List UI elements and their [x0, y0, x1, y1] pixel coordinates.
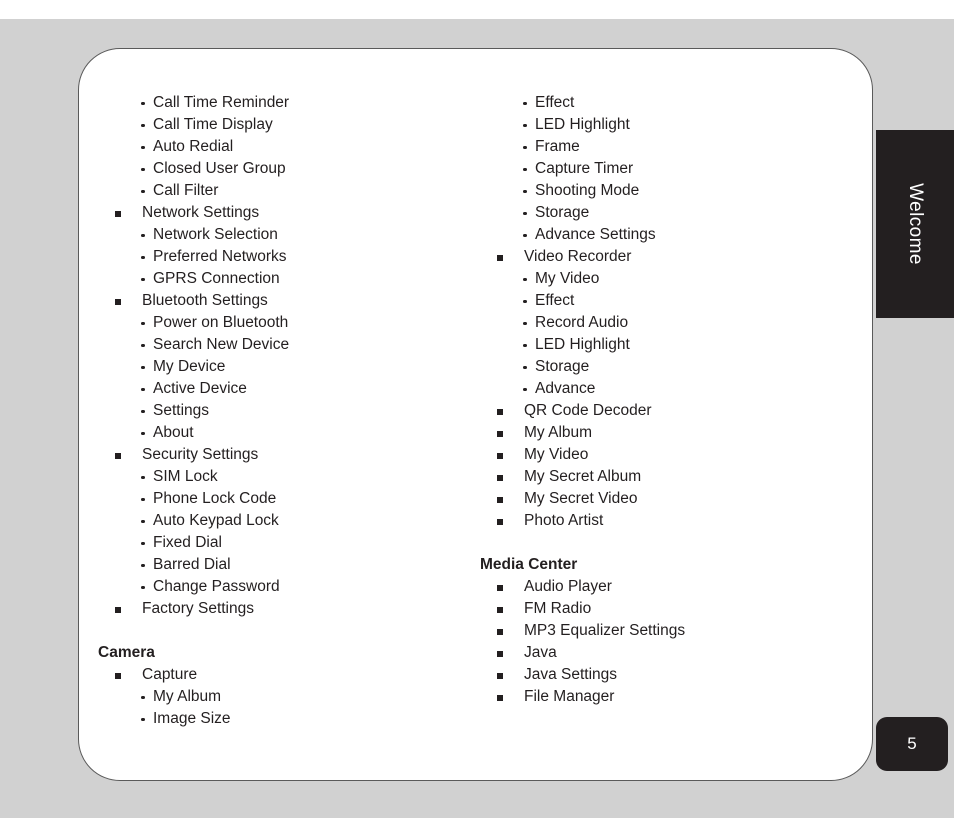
right-continued-sub-list: Effect LED Highlight Frame Capture Timer Sho…	[480, 92, 870, 246]
toc-group: Audio Player	[480, 576, 870, 598]
toc-sub-item[interactable]: Effect	[480, 290, 870, 312]
toc-group-item[interactable]: Photo Artist	[480, 510, 870, 532]
toc-sub-item[interactable]: Shooting Mode	[480, 180, 870, 202]
toc-sub-item[interactable]: Auto Redial	[98, 136, 478, 158]
toc-sub-item[interactable]: Active Device	[98, 378, 478, 400]
toc-sub-item[interactable]: Storage	[480, 356, 870, 378]
page-number-text: 5	[907, 734, 917, 753]
toc-sub-item[interactable]: Fixed Dial	[98, 532, 478, 554]
toc-group: Network Settings Network Selection Preferr…	[98, 202, 478, 290]
toc-group: My Album	[480, 422, 870, 444]
document-page: Welcome 5 Call Time Reminder Call Time Di…	[0, 0, 954, 831]
toc-sub-item[interactable]: Call Filter	[98, 180, 478, 202]
left-groups: Network Settings Network Selection Preferr…	[98, 202, 478, 620]
toc-group-item[interactable]: QR Code Decoder	[480, 400, 870, 422]
toc-group-item[interactable]: MP3 Equalizer Settings	[480, 620, 870, 642]
toc-sub-item[interactable]: Record Audio	[480, 312, 870, 334]
toc-sub-item[interactable]: Auto Keypad Lock	[98, 510, 478, 532]
toc-column-left: Call Time Reminder Call Time Display Auto …	[98, 92, 478, 730]
side-tab-label: Welcome	[905, 183, 926, 265]
toc-group-item[interactable]: Capture	[98, 664, 478, 686]
toc-group-item[interactable]: Java	[480, 642, 870, 664]
toc-sub-item[interactable]: SIM Lock	[98, 466, 478, 488]
toc-group-item[interactable]: My Secret Album	[480, 466, 870, 488]
section-heading-camera: Camera	[98, 644, 155, 661]
toc-sub-item[interactable]: My Album	[98, 686, 478, 708]
toc-group: Bluetooth Settings Power on Bluetooth Sear…	[98, 290, 478, 444]
toc-sub-item[interactable]: About	[98, 422, 478, 444]
toc-group: My Video	[480, 444, 870, 466]
right-section-groups: Audio Player FM Radio MP3 Equalizer Settin…	[480, 576, 870, 708]
toc-group: My Secret Video	[480, 488, 870, 510]
toc-group: MP3 Equalizer Settings	[480, 620, 870, 642]
toc-sub-item[interactable]: Search New Device	[98, 334, 478, 356]
side-tab-welcome[interactable]: Welcome	[876, 130, 954, 318]
right-groups: Video Recorder My Video Effect Record Audio…	[480, 246, 870, 532]
toc-group-item[interactable]: FM Radio	[480, 598, 870, 620]
toc-group: Capture My Album Image Size	[98, 664, 478, 730]
toc-group: My Secret Album	[480, 466, 870, 488]
toc-sub-item[interactable]: Settings	[98, 400, 478, 422]
toc-sub-item[interactable]: Advance Settings	[480, 224, 870, 246]
toc-group: Security Settings SIM Lock Phone Lock Code…	[98, 444, 478, 598]
toc-sub-item[interactable]: Frame	[480, 136, 870, 158]
toc-sub-item[interactable]: Advance	[480, 378, 870, 400]
toc-group-item[interactable]: Video Recorder	[480, 246, 870, 268]
left-section-spacer	[98, 620, 478, 642]
toc-group: QR Code Decoder	[480, 400, 870, 422]
toc-group: Factory Settings	[98, 598, 478, 620]
right-section-spacer	[480, 532, 870, 554]
toc-group: File Manager	[480, 686, 870, 708]
toc-group-item[interactable]: Network Settings	[98, 202, 478, 224]
toc-sub-item[interactable]: Barred Dial	[98, 554, 478, 576]
toc-sub-item[interactable]: My Video	[480, 268, 870, 290]
toc-group: Java	[480, 642, 870, 664]
toc-sub-item[interactable]: Phone Lock Code	[98, 488, 478, 510]
toc-sub-item[interactable]: Call Time Reminder	[98, 92, 478, 114]
toc-group: Photo Artist	[480, 510, 870, 532]
toc-group: FM Radio	[480, 598, 870, 620]
toc-group-item[interactable]: File Manager	[480, 686, 870, 708]
toc-sub-item[interactable]: Capture Timer	[480, 158, 870, 180]
toc-sub-item[interactable]: Call Time Display	[98, 114, 478, 136]
toc-sub-item[interactable]: Preferred Networks	[98, 246, 478, 268]
toc-group-item[interactable]: Audio Player	[480, 576, 870, 598]
toc-sub-item[interactable]: Change Password	[98, 576, 478, 598]
toc-sub-item[interactable]: LED Highlight	[480, 114, 870, 136]
toc-sub-item[interactable]: Storage	[480, 202, 870, 224]
toc-group-item[interactable]: Bluetooth Settings	[98, 290, 478, 312]
toc-group-item[interactable]: Factory Settings	[98, 598, 478, 620]
toc-column-right: Effect LED Highlight Frame Capture Timer Sho…	[480, 92, 870, 708]
left-section-groups: Capture My Album Image Size	[98, 664, 478, 730]
toc-group-item[interactable]: My Secret Video	[480, 488, 870, 510]
toc-sub-item[interactable]: Effect	[480, 92, 870, 114]
toc-group-item[interactable]: Security Settings	[98, 444, 478, 466]
toc-sub-item[interactable]: GPRS Connection	[98, 268, 478, 290]
toc-sub-item[interactable]: Closed User Group	[98, 158, 478, 180]
toc-group: Video Recorder My Video Effect Record Audio…	[480, 246, 870, 400]
toc-group: Java Settings	[480, 664, 870, 686]
toc-sub-item[interactable]: Network Selection	[98, 224, 478, 246]
left-continued-sub-list: Call Time Reminder Call Time Display Auto …	[98, 92, 478, 202]
toc-group-item[interactable]: My Video	[480, 444, 870, 466]
toc-sub-item[interactable]: Image Size	[98, 708, 478, 730]
page-number-badge: 5	[876, 717, 948, 771]
toc-sub-item[interactable]: Power on Bluetooth	[98, 312, 478, 334]
section-heading-media-center: Media Center	[480, 556, 578, 573]
toc-group-item[interactable]: Java Settings	[480, 664, 870, 686]
toc-sub-item[interactable]: LED Highlight	[480, 334, 870, 356]
toc-group-item[interactable]: My Album	[480, 422, 870, 444]
toc-sub-item[interactable]: My Device	[98, 356, 478, 378]
